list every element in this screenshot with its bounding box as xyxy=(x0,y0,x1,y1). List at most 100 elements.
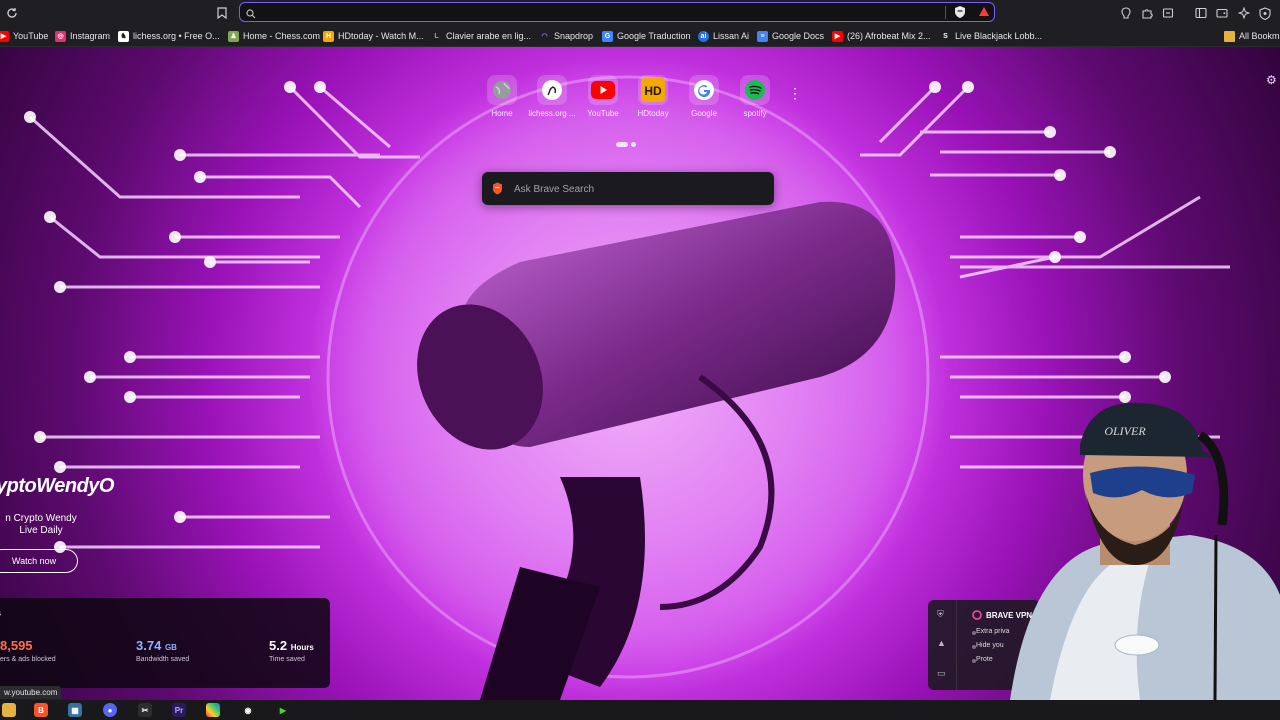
brave-stats-widget: s 8,595 ers & ads blocked 3.74 GB Bandwi… xyxy=(0,598,330,688)
bookmark-google-translate[interactable]: G Google Traduction xyxy=(602,28,691,44)
brave-browser-icon[interactable]: B xyxy=(34,703,48,717)
watch-now-button[interactable]: Watch now xyxy=(0,549,78,573)
top-site-home[interactable]: Home xyxy=(477,75,527,118)
bookmark-clavier[interactable]: L Clavier arabe en lig... xyxy=(431,28,531,44)
stat-unit: Hours xyxy=(290,643,314,652)
top-site-label: spotify xyxy=(743,109,767,118)
bookmark-google-docs[interactable]: ≡ Google Docs xyxy=(757,28,824,44)
brave-search-input[interactable] xyxy=(512,180,766,198)
play-icon[interactable]: ▶ xyxy=(276,703,290,717)
vpn-shield-icon[interactable]: ⛨ xyxy=(937,609,947,619)
leo-sparkle-icon[interactable] xyxy=(1234,3,1254,23)
bookmark-lissan[interactable]: ai Lissan Ai xyxy=(698,28,749,44)
wallet-icon[interactable] xyxy=(1212,3,1232,23)
extensions-icon[interactable] xyxy=(1137,3,1157,23)
svg-text:OLIVER: OLIVER xyxy=(1104,424,1146,438)
svg-text:HD: HD xyxy=(644,84,662,98)
taskbar: B ▦ ● ✂ Pr ◉ ▶ xyxy=(0,700,1280,720)
bookmark-label: Google Docs xyxy=(772,31,825,41)
leo-ai-icon[interactable] xyxy=(1116,3,1136,23)
chesscom-icon: ♟ xyxy=(228,30,239,42)
top-site-label: Google xyxy=(691,109,717,118)
bookmark-label: (26) Afrobeat Mix 2... xyxy=(847,31,931,41)
premiere-pro-icon[interactable]: Pr xyxy=(172,703,186,717)
bookmark-lichess[interactable]: ♞ lichess.org • Free O... xyxy=(118,28,220,44)
lichess-icon xyxy=(537,75,567,105)
vpn-logo-icon xyxy=(972,610,982,620)
lichess-icon: ♞ xyxy=(118,30,129,42)
google-docs-icon: ≡ xyxy=(757,30,768,42)
all-bookmarks-button[interactable]: All Bookma xyxy=(1224,28,1280,44)
bookmark-label: lichess.org • Free O... xyxy=(133,31,220,41)
top-site-label: HDtoday xyxy=(637,109,669,118)
page-dot-active[interactable] xyxy=(616,142,628,147)
rewards-triangle-icon[interactable]: ▲ xyxy=(937,638,947,648)
bookmark-icon[interactable] xyxy=(212,3,232,23)
bookmark-label: Home - Chess.com xyxy=(243,31,321,41)
bookmark-youtube[interactable]: ▶ YouTube xyxy=(0,28,48,44)
brave-rewards-icon[interactable] xyxy=(978,5,990,23)
stat-value: 3.74 xyxy=(136,638,162,653)
sponsored-title: yptoWendyO xyxy=(0,475,114,497)
instagram-icon: ◎ xyxy=(55,30,66,42)
file-explorer-icon[interactable] xyxy=(2,703,16,717)
spotify-icon xyxy=(740,75,770,105)
stat-caption: Bandwidth saved xyxy=(136,656,190,663)
search-icon xyxy=(246,6,256,24)
obs-icon[interactable]: ◉ xyxy=(241,703,255,717)
top-site-hdtoday[interactable]: HD HDtoday xyxy=(628,75,678,118)
bookmarks-bar: ▶ YouTube ◎ Instagram ♞ lichess.org • Fr… xyxy=(0,26,1280,47)
card-icon[interactable]: ▭ xyxy=(937,668,947,678)
gear-icon[interactable]: ⚙ xyxy=(1266,73,1277,87)
top-site-google[interactable]: Google xyxy=(679,75,729,118)
bookmark-label: Clavier arabe en lig... xyxy=(446,31,532,41)
top-site-spotify[interactable]: spotify xyxy=(730,75,780,118)
bookmark-snapdrop[interactable]: ◠ Snapdrop xyxy=(539,28,593,44)
streamer-image: OLIVER xyxy=(1010,402,1280,700)
webcam-overlay: OLIVER xyxy=(990,395,1280,700)
bookmark-label: Lissan Ai xyxy=(713,31,750,41)
bookmark-label: Google Traduction xyxy=(617,31,691,41)
colorful-app-icon[interactable] xyxy=(206,703,220,717)
address-separator xyxy=(945,6,946,19)
top-site-lichess[interactable]: lichess.org ... xyxy=(527,75,577,118)
stat-unit: GB xyxy=(164,643,177,652)
brave-search-box[interactable] xyxy=(482,172,774,205)
top-site-youtube[interactable]: YouTube xyxy=(578,75,628,118)
sidebar-icon[interactable] xyxy=(1191,3,1211,23)
stat-caption: Time saved xyxy=(269,656,305,663)
top-sites-pagination[interactable] xyxy=(616,142,636,147)
youtube-icon: ▶ xyxy=(0,30,9,42)
bookmark-instagram[interactable]: ◎ Instagram xyxy=(55,28,110,44)
vpn-icon[interactable] xyxy=(1255,3,1275,23)
discord-icon[interactable]: ● xyxy=(103,703,117,717)
bookmark-label: HDtoday - Watch M... xyxy=(338,31,424,41)
reload-icon[interactable] xyxy=(2,3,22,23)
page-dot[interactable] xyxy=(631,142,636,147)
address-input[interactable] xyxy=(262,4,946,22)
bookmark-afrobeat[interactable]: ▶ (26) Afrobeat Mix 2... xyxy=(832,28,931,44)
folder-icon xyxy=(1224,30,1235,42)
bookmark-hdtoday[interactable]: H HDtoday - Watch M... xyxy=(323,28,424,44)
youtube-icon xyxy=(588,75,618,105)
status-url-tooltip: w.youtube.com xyxy=(0,686,62,699)
more-options-icon[interactable]: ⋮ xyxy=(788,85,802,102)
widget-switcher: ⛨ ▲ ▭ xyxy=(928,600,957,690)
snapdrop-icon: ◠ xyxy=(541,33,548,40)
youtube-icon: ▶ xyxy=(832,30,843,42)
bookmark-chesscom[interactable]: ♟ Home - Chess.com xyxy=(228,28,320,44)
hdtoday-icon: H xyxy=(323,30,334,42)
bookmark-label: YouTube xyxy=(13,31,49,41)
browser-toolbar xyxy=(0,0,1280,26)
bookmark-label: Live Blackjack Lobb... xyxy=(955,31,1043,41)
bookmark-label: Instagram xyxy=(70,31,111,41)
downloads-icon[interactable] xyxy=(1158,3,1178,23)
bookmark-blackjack[interactable]: S Live Blackjack Lobb... xyxy=(940,28,1042,44)
brave-shields-icon[interactable] xyxy=(954,5,966,24)
stat-trackers-blocked: 8,595 ers & ads blocked xyxy=(0,638,56,663)
capcut-icon[interactable]: ✂ xyxy=(138,703,152,717)
blackjack-icon: S xyxy=(943,32,948,40)
stat-time-saved: 5.2 Hours Time saved xyxy=(269,638,314,663)
address-bar[interactable] xyxy=(239,2,995,22)
app-grid-icon[interactable]: ▦ xyxy=(68,703,82,717)
